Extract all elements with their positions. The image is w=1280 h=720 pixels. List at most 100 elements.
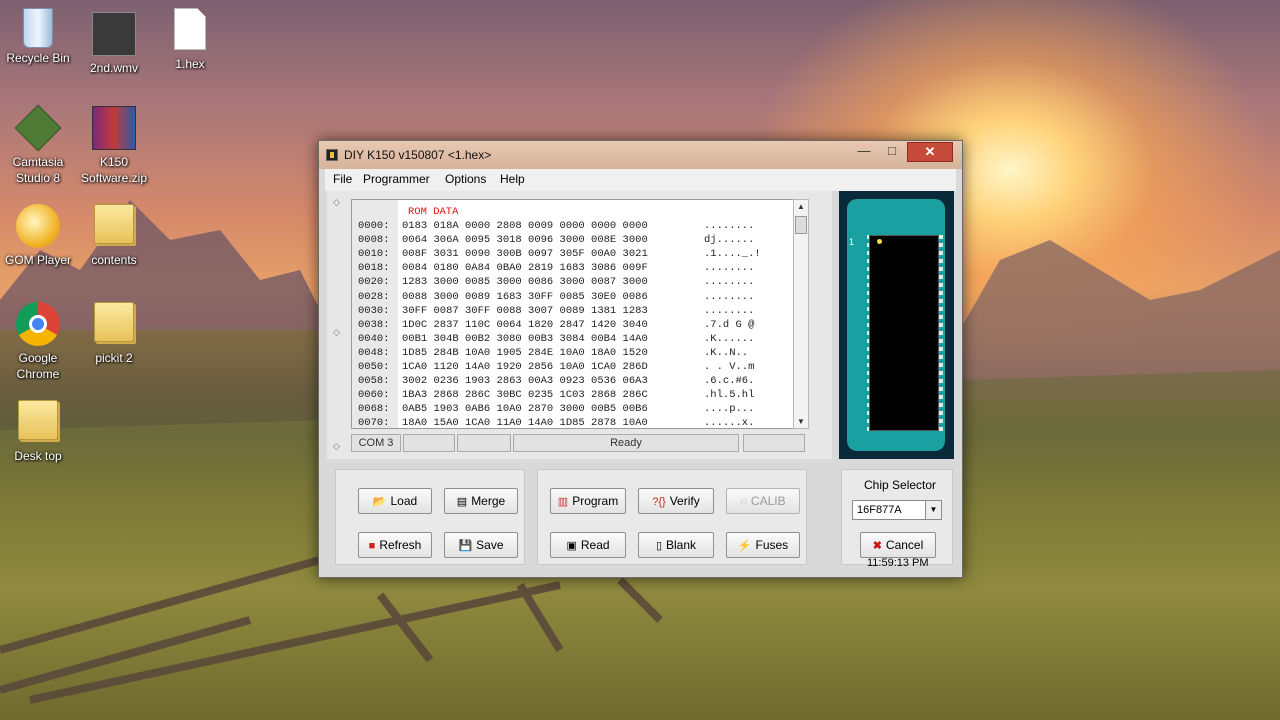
save-button[interactable]: 💾 Save bbox=[444, 532, 518, 558]
hex-row-address: 0030: bbox=[358, 304, 390, 317]
hex-scrollbar[interactable]: ▲ ▼ bbox=[793, 199, 809, 429]
desktop-icon-google-chrome[interactable]: Google Chrome bbox=[0, 302, 76, 382]
desktop-icon-contents[interactable]: contents bbox=[76, 202, 152, 268]
clock-readout: 11:59:13 PM bbox=[867, 557, 929, 569]
hex-row: 0030: 30FF 0087 30FF 0088 3007 0089 1381 … bbox=[358, 305, 754, 319]
hex-row-address: 0008: bbox=[358, 234, 390, 247]
chip-selector-value: 16F877A bbox=[857, 504, 902, 516]
hex-row: 0058: 3002 0236 1903 2863 00A3 0923 0536 … bbox=[358, 375, 754, 389]
maximize-button[interactable]: □ bbox=[879, 142, 905, 162]
calib-label: CALIB bbox=[750, 494, 786, 508]
program-button[interactable]: ▥ Program bbox=[550, 488, 626, 514]
refresh-button[interactable]: ■ Refresh bbox=[358, 532, 432, 558]
minimize-button[interactable]: — bbox=[851, 142, 877, 162]
status-cell-2 bbox=[403, 434, 455, 452]
title-bar[interactable]: DIY K150 v150807 <1.hex> — □ ✕ bbox=[319, 141, 962, 169]
hex-row-bytes: 0183 018A 0000 2808 0009 0000 0000 0000 bbox=[402, 220, 648, 232]
cancel-button[interactable]: ✖ Cancel bbox=[860, 532, 936, 558]
hex-row: 0008: 0064 306A 0095 3018 0096 3000 008E … bbox=[358, 234, 754, 248]
hex-row-address: 0040: bbox=[358, 332, 390, 345]
hex-row: 0000: 0183 018A 0000 2808 0009 0000 0000 … bbox=[358, 220, 754, 234]
desktop-icon-1-hex[interactable]: 1.hex bbox=[152, 8, 228, 72]
chip-selector-label: Chip Selector bbox=[864, 478, 937, 492]
hex-row-ascii: .hl.5.hl bbox=[704, 389, 755, 402]
hex-row: 0010: 008F 3031 0090 300B 0097 305F 00A0 … bbox=[358, 248, 761, 262]
scroll-thumb[interactable] bbox=[795, 216, 807, 234]
scroll-up-icon[interactable]: ▲ bbox=[794, 202, 808, 211]
hex-row-address: 0020: bbox=[358, 276, 390, 289]
hex-viewer-title: ROM DATA bbox=[408, 206, 459, 218]
hex-row: 0070: 18A0 15A0 1CA0 11A0 14A0 1D85 2878 … bbox=[358, 417, 755, 429]
merge-icon: ▤ bbox=[456, 496, 468, 508]
pin1-label: 1 bbox=[849, 237, 855, 247]
hex-row: 0040: 00B1 304B 00B2 3080 00B3 3084 00B4 … bbox=[358, 333, 754, 347]
desktop-icon-gom-player[interactable]: GOM Player bbox=[0, 204, 76, 268]
menu-help[interactable]: Help bbox=[500, 172, 525, 186]
desktop-icon-recycle-bin[interactable]: Recycle Bin bbox=[0, 6, 76, 66]
hex-row-ascii: .K..N.. bbox=[704, 346, 749, 359]
hex-row-ascii: ........ bbox=[704, 276, 755, 289]
merge-button[interactable]: ▤ Merge bbox=[444, 488, 518, 514]
blank-file-icon bbox=[174, 8, 206, 50]
hex-row-bytes: 1CA0 1120 14A0 1920 2856 10A0 1CA0 286D bbox=[402, 361, 648, 373]
verify-button[interactable]: ?{} Verify bbox=[638, 488, 714, 514]
recycle-bin-icon bbox=[23, 8, 53, 48]
chip-socket-panel: 1 bbox=[839, 191, 954, 459]
hex-row: 0060: 1BA3 2868 286C 30BC 0235 1C03 2868 … bbox=[358, 389, 754, 403]
hex-row-ascii: .K...... bbox=[704, 332, 755, 345]
close-button[interactable]: ✕ bbox=[907, 142, 953, 162]
desktop-icon-k150-zip[interactable]: K150 Software.zip bbox=[76, 106, 152, 186]
blank-page-icon: ▯ bbox=[655, 540, 663, 552]
hex-viewer[interactable]: ROM DATA 0000: 0183 018A 0000 2808 0009 0… bbox=[351, 199, 794, 429]
calib-button[interactable]: ◌ CALIB bbox=[726, 488, 800, 514]
hex-row-address: 0058: bbox=[358, 375, 390, 388]
hex-row-bytes: 3002 0236 1903 2863 00A3 0923 0536 06A3 bbox=[402, 375, 648, 388]
menu-programmer[interactable]: Programmer bbox=[363, 172, 430, 186]
hex-row-bytes: 0AB5 1903 0AB6 10A0 2870 3000 00B5 00B6 bbox=[402, 403, 648, 416]
desktop-icon-camtasia[interactable]: Camtasia Studio 8 bbox=[0, 104, 76, 186]
read-button[interactable]: ▣ Read bbox=[550, 532, 626, 558]
desktop-icon-pickit-2[interactable]: pickit 2 bbox=[76, 300, 152, 366]
chevron-down-icon[interactable]: ▼ bbox=[925, 501, 941, 519]
hex-row-address: 0070: bbox=[358, 417, 390, 429]
desktop-icon-label: Desk top bbox=[14, 449, 62, 463]
program-label: Program bbox=[572, 494, 619, 508]
hex-row-ascii: . . V..m bbox=[704, 361, 755, 373]
scroll-down-icon[interactable]: ▼ bbox=[794, 417, 808, 426]
menu-file[interactable]: File bbox=[333, 172, 352, 186]
hex-row-address: 0048: bbox=[358, 346, 390, 359]
blank-button[interactable]: ▯ Blank bbox=[638, 532, 714, 558]
hex-row-bytes: 1283 3000 0085 3000 0086 3000 0087 3000 bbox=[402, 276, 648, 289]
status-cell-5 bbox=[743, 434, 805, 452]
load-button[interactable]: 📂 Load bbox=[358, 488, 432, 514]
desktop-icon-label: GOM Player bbox=[4, 253, 71, 267]
app-icon bbox=[326, 149, 338, 161]
hex-row-address: 0038: bbox=[358, 318, 390, 331]
hex-row-bytes: 0064 306A 0095 3018 0096 3000 008E 3000 bbox=[402, 234, 648, 247]
gom-player-icon bbox=[16, 204, 60, 248]
hex-row: 0038: 1D0C 2837 110C 0064 1820 2847 1420 … bbox=[358, 319, 754, 333]
hex-row-address: 0000: bbox=[358, 220, 390, 232]
fuses-button[interactable]: ⚡ Fuses bbox=[726, 532, 800, 558]
hex-row-ascii: ....p... bbox=[704, 403, 755, 416]
chrome-icon bbox=[16, 302, 60, 346]
hex-row-ascii: ........ bbox=[704, 262, 755, 275]
folder-icon bbox=[18, 400, 58, 440]
desktop-icon-desk-top[interactable]: Desk top bbox=[0, 398, 76, 464]
desktop-icon-label: 1.hex bbox=[175, 57, 205, 71]
splitter-down-icon: ◇ bbox=[333, 441, 340, 451]
archive-icon bbox=[92, 106, 136, 150]
hex-row-ascii: ......x. bbox=[704, 417, 755, 429]
desktop-icon-label: Recycle Bin bbox=[6, 51, 70, 65]
hex-row-bytes: 0088 3000 0089 1683 30FF 0085 30E0 0086 bbox=[402, 290, 648, 303]
fuses-label: Fuses bbox=[755, 538, 789, 552]
video-file-icon bbox=[92, 12, 136, 56]
desktop-icon-2nd-wmv[interactable]: 2nd.wmv bbox=[76, 12, 152, 76]
desktop-icon-label: Google Chrome bbox=[16, 351, 60, 381]
chip-selector-dropdown[interactable]: 16F877A ▼ bbox=[852, 500, 942, 520]
merge-label: Merge bbox=[471, 494, 506, 508]
menu-bar: File Programmer Options Help bbox=[325, 169, 956, 191]
desktop-icon-label: K150 Software.zip bbox=[80, 155, 148, 185]
menu-options[interactable]: Options bbox=[445, 172, 486, 186]
chip-body bbox=[869, 235, 939, 431]
